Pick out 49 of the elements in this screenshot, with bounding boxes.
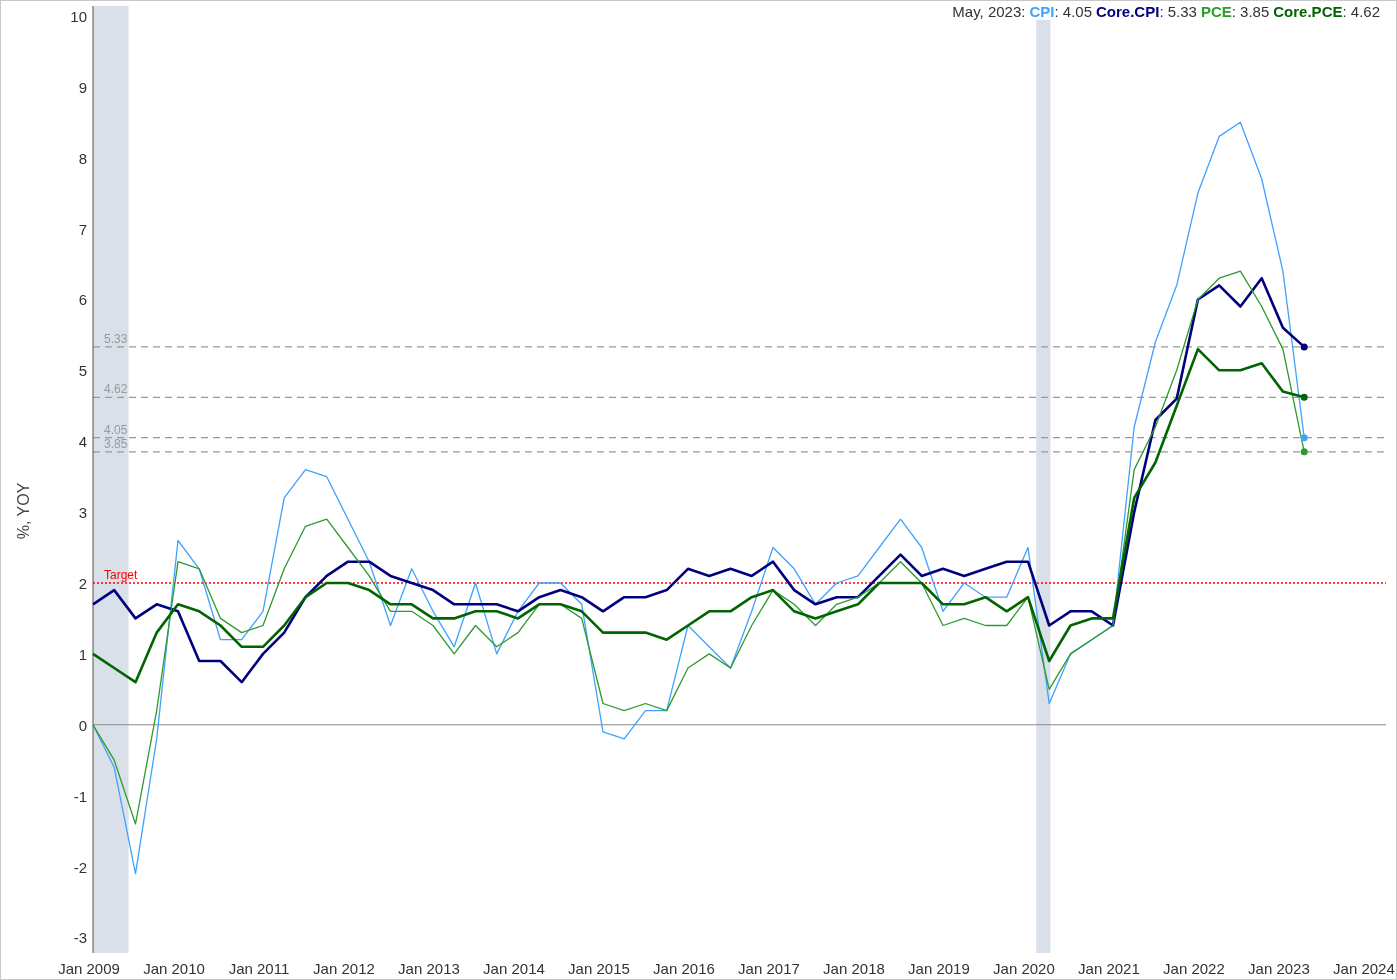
y-tick-label: 10 <box>70 7 87 25</box>
x-tick-label: Jan 2021 <box>1078 960 1140 977</box>
x-tick-label: Jan 2016 <box>653 960 715 977</box>
x-tick-label: Jan 2015 <box>568 960 630 977</box>
x-tick-label: Jan 2011 <box>228 960 290 977</box>
legend-value: : 4.05 <box>1054 3 1092 20</box>
y-tick-label: -1 <box>73 787 87 805</box>
reference-label: Target <box>104 568 138 582</box>
legend-value: : 4.62 <box>1342 3 1380 20</box>
end-point-marker <box>1300 448 1308 456</box>
y-tick-label: -2 <box>73 858 87 876</box>
y-tick-label: -3 <box>73 929 87 947</box>
x-tick-label: Jan 2018 <box>823 960 885 977</box>
y-tick-label: 8 <box>78 149 87 167</box>
y-tick-label: 9 <box>78 78 87 96</box>
y-tick-label: 1 <box>78 645 87 663</box>
legend-series-name: CPI <box>1029 3 1055 20</box>
y-tick-label: 7 <box>78 220 87 238</box>
legend-value: : 5.33 <box>1159 3 1197 20</box>
x-tick-label: Jan 2024 <box>1333 960 1395 977</box>
y-tick-label: 5 <box>78 362 87 380</box>
legend-series-name: Core.PCE <box>1273 3 1343 20</box>
x-tick-label: Jan 2012 <box>313 960 375 977</box>
legend-date: May, 2023: <box>952 3 1026 20</box>
x-tick-label: Jan 2023 <box>1248 960 1310 977</box>
y-axis-title: %, YOY <box>15 482 32 540</box>
x-tick-label: Jan 2013 <box>398 960 460 977</box>
reference-label: 3.85 <box>104 436 128 451</box>
reference-label: 5.33 <box>104 331 128 346</box>
reference-label: 4.62 <box>104 382 128 397</box>
reference-label: 4.05 <box>104 422 128 437</box>
legend-series-name: Core.CPI <box>1096 3 1160 20</box>
y-tick-label: 6 <box>78 291 87 309</box>
end-point-marker <box>1300 343 1308 351</box>
y-tick-label: 2 <box>78 575 87 592</box>
x-tick-label: Jan 2022 <box>1163 960 1225 977</box>
x-tick-label: Jan 2014 <box>483 960 545 977</box>
y-tick-label: 3 <box>78 504 87 522</box>
y-tick-label: 4 <box>78 433 87 451</box>
legend-series-name: PCE <box>1200 3 1232 20</box>
legend-value: : 3.85 <box>1231 3 1270 20</box>
end-point-marker <box>1300 393 1308 401</box>
x-tick-label: Jan 2020 <box>993 960 1055 977</box>
x-tick-label: Jan 2010 <box>143 960 205 977</box>
x-tick-label: Jan 2019 <box>908 960 970 977</box>
x-tick-label: Jan 2009 <box>58 960 120 977</box>
x-tick-label: Jan 2017 <box>738 960 800 977</box>
end-point-marker <box>1300 434 1308 442</box>
y-tick-label: 0 <box>78 716 87 734</box>
